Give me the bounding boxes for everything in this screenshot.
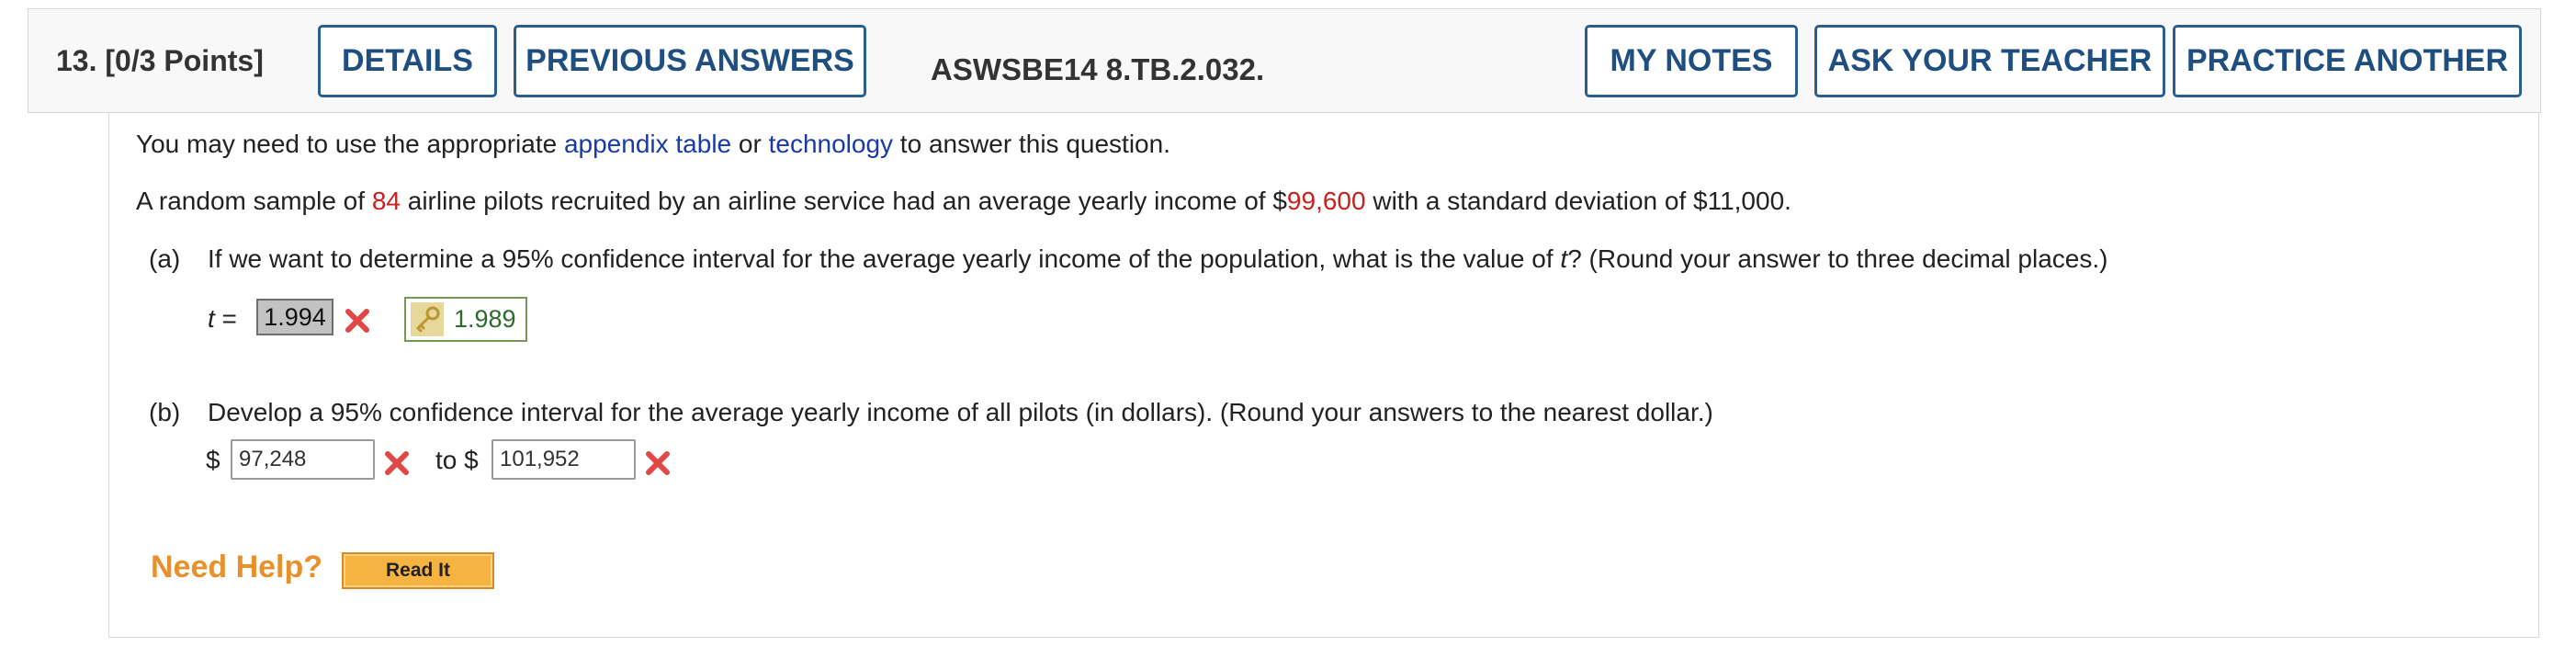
- mean-income-value: 99,600: [1286, 187, 1366, 215]
- part-a-text-before: If we want to determine a 95% confidence…: [208, 244, 1561, 273]
- ask-your-teacher-button[interactable]: ASK YOUR TEACHER: [1814, 25, 2165, 97]
- part-b-tag: (b): [149, 398, 181, 426]
- problem-part1: A random sample of: [136, 187, 372, 215]
- intro-prefix: You may need to use the appropriate: [136, 130, 564, 158]
- x-mark-icon: [385, 451, 409, 475]
- my-notes-button[interactable]: MY NOTES: [1585, 25, 1798, 97]
- appendix-table-link[interactable]: appendix table: [564, 130, 731, 158]
- part-a-tag: (a): [149, 244, 181, 273]
- problem-part2: airline pilots recruited by an airline s…: [400, 187, 1287, 215]
- t-answer-input[interactable]: 1.994: [256, 299, 333, 335]
- lower-bound-input[interactable]: 97,248: [231, 439, 375, 480]
- correct-answer-value: 1.989: [454, 305, 516, 333]
- correct-answer-box: 1.989: [404, 297, 527, 342]
- part-a-question: If we want to determine a 95% confidence…: [208, 244, 2107, 274]
- x-mark-icon: [345, 309, 369, 333]
- intro-middle: or: [731, 130, 769, 158]
- t-label: t =: [208, 304, 237, 334]
- part-b-question: Develop a 95% confidence interval for th…: [208, 398, 1713, 426]
- upper-bound-input[interactable]: 101,952: [491, 439, 636, 480]
- to-label: to $: [435, 446, 479, 474]
- intro-suffix: to answer this question.: [893, 130, 1170, 158]
- question-number-points: 13. [0/3 Points]: [56, 44, 264, 77]
- x-mark-icon: [646, 451, 670, 475]
- previous-answers-button[interactable]: PREVIOUS ANSWERS: [514, 25, 866, 97]
- details-button[interactable]: DETAILS: [318, 25, 497, 97]
- question-header: 13. [0/3 Points] DETAILS PREVIOUS ANSWER…: [28, 8, 2541, 113]
- intro-text: You may need to use the appropriate appe…: [136, 130, 1170, 159]
- problem-part3: with a standard deviation of $11,000.: [1365, 187, 1791, 215]
- t-label-eq: =: [214, 304, 237, 333]
- key-icon: [411, 302, 444, 336]
- practice-another-button[interactable]: PRACTICE ANOTHER: [2173, 25, 2522, 97]
- read-it-button[interactable]: Read It: [342, 552, 494, 589]
- t-label-var: t: [208, 304, 215, 333]
- sample-size-value: 84: [371, 187, 401, 215]
- part-a-text-after: ? (Round your answer to three decimal pl…: [1567, 244, 2108, 273]
- need-help-label: Need Help?: [151, 550, 323, 584]
- question-code: ASWSBE14 8.TB.2.032.: [931, 52, 1265, 86]
- technology-link[interactable]: technology: [769, 130, 893, 158]
- lower-dollar-sign: $: [206, 446, 220, 474]
- problem-statement: A random sample of 84 airline pilots rec…: [136, 187, 1791, 216]
